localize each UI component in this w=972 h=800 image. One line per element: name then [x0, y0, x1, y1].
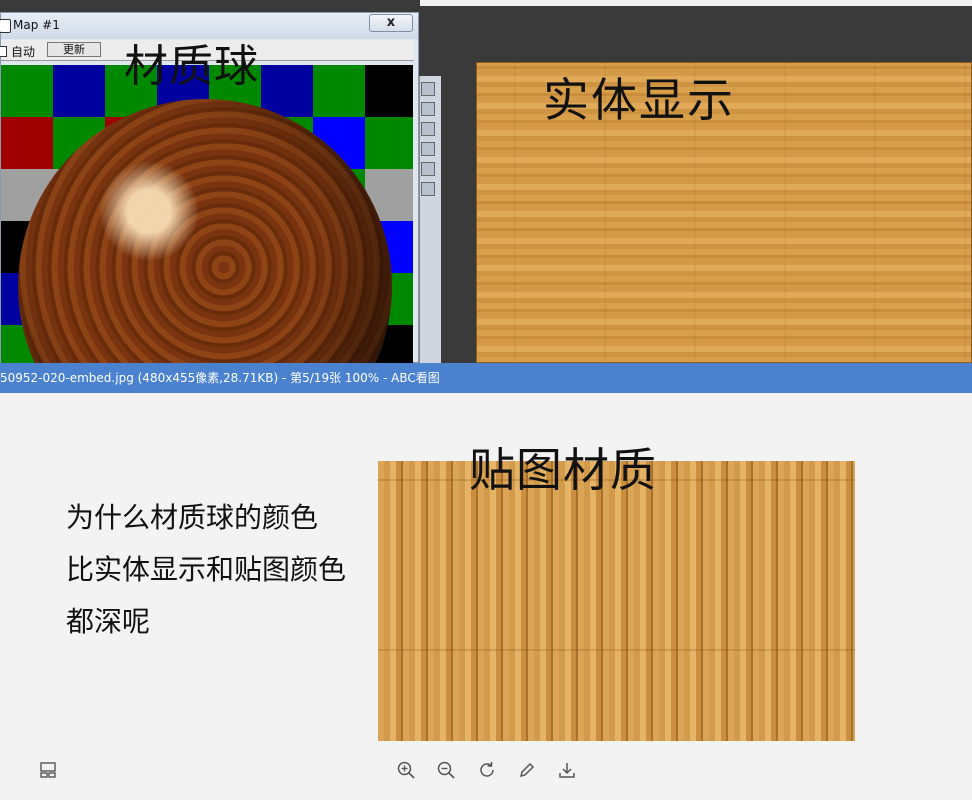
- checkbox-icon: [0, 46, 7, 57]
- question-line: 都深呢: [66, 605, 151, 638]
- window-title: Map #1: [13, 18, 60, 32]
- texture-material-label: 贴图材质: [469, 443, 657, 497]
- auto-checkbox[interactable]: 自动: [0, 43, 35, 60]
- rotate-icon[interactable]: [477, 760, 497, 780]
- tool-icon[interactable]: [421, 162, 435, 176]
- update-button[interactable]: 更新: [47, 42, 101, 57]
- material-ball-label: 材质球: [124, 41, 259, 92]
- zoom-out-icon[interactable]: [436, 760, 456, 780]
- tool-icon[interactable]: [421, 122, 435, 136]
- zoom-in-icon[interactable]: [396, 760, 416, 780]
- auto-label: 自动: [11, 45, 36, 59]
- window-icon: [0, 19, 11, 33]
- close-button[interactable]: x: [369, 14, 413, 32]
- tool-strip: [419, 76, 441, 363]
- question-line: 为什么材质球的颜色: [66, 501, 319, 534]
- material-ball-preview: [1, 65, 413, 363]
- tool-icon[interactable]: [421, 82, 435, 96]
- status-text: 50952-020-embed.jpg (480x455像素,28.71KB) …: [0, 371, 440, 385]
- status-bar: 50952-020-embed.jpg (480x455像素,28.71KB) …: [0, 363, 972, 393]
- material-ball-sphere: [18, 99, 392, 363]
- question-line: 比实体显示和贴图颜色: [66, 553, 347, 586]
- screenshot-top-region: 实体显示 Map #1 x 自动 更新 材质球: [0, 0, 972, 363]
- solid-display-label: 实体显示: [543, 73, 735, 127]
- edit-icon[interactable]: [517, 760, 537, 780]
- top-strip: [420, 0, 972, 6]
- tool-icon[interactable]: [421, 142, 435, 156]
- texture-wood-image: [378, 461, 855, 741]
- tool-icon[interactable]: [421, 182, 435, 196]
- tool-icon[interactable]: [421, 102, 435, 116]
- question-text: 为什么材质球的颜色 比实体显示和贴图颜色 都深呢: [66, 492, 386, 648]
- thumbnail-icon[interactable]: [38, 760, 58, 780]
- download-icon[interactable]: [557, 760, 577, 780]
